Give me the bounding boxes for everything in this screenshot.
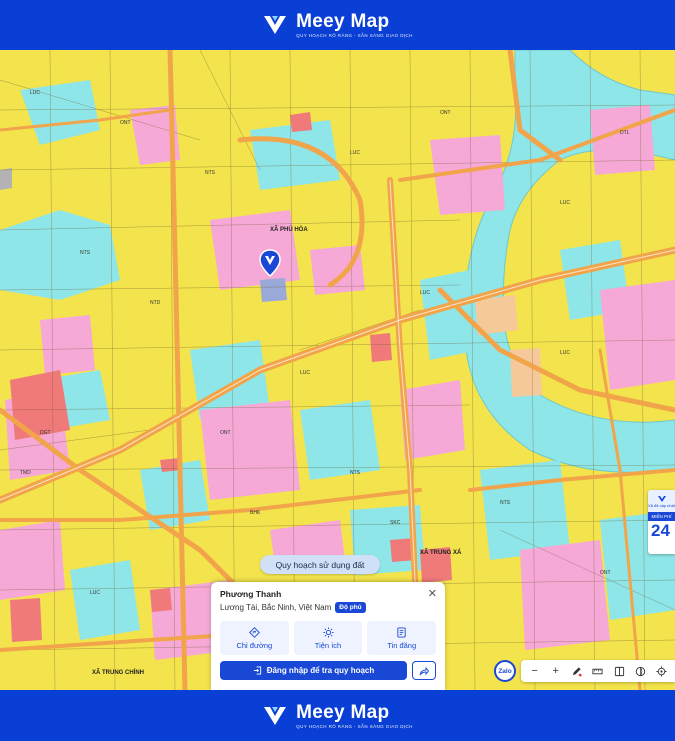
directions-button[interactable]: Chỉ đường (220, 621, 289, 655)
side-panel-label: Xã đã cập nhật (648, 502, 675, 508)
zone-label: BHK (250, 510, 261, 516)
footer-bar: Meey Map QUY HOẠCH RÕ RÀNG - SẴN SÀNG GI… (0, 690, 675, 741)
planning-map[interactable]: LUC ONT NTS LUC ONT LUC NTS LUC LUC LUC … (0, 50, 675, 690)
meey-logo-icon (264, 706, 287, 725)
zalo-label: Zalo (498, 667, 512, 675)
footer-brand-tagline: QUY HOẠCH RÕ RÀNG - SẴN SÀNG GIAO DỊCH (296, 723, 413, 729)
zone-label: LUC (560, 350, 571, 356)
place-label-trung-xa: XÃ TRUNG XÁ (420, 550, 462, 556)
place-location: Lương Tài, Bắc Ninh, Việt Nam (220, 603, 332, 612)
zone-label: SKC (390, 520, 401, 526)
zone-label: NTS (80, 250, 90, 256)
zoom-in-button[interactable]: + (549, 664, 563, 678)
listings-button[interactable]: Tin đăng (367, 621, 437, 655)
listing-icon (397, 626, 406, 638)
amenities-label: Tiện ích (314, 640, 342, 650)
coverage-badge[interactable]: Độ phủ (335, 602, 366, 613)
amenities-icon (322, 626, 334, 638)
zone-label: LUC (350, 150, 361, 156)
zone-label: ONT (220, 430, 231, 436)
zoom-out-button[interactable]: − (528, 664, 542, 678)
pencil-icon (573, 666, 582, 677)
compare-button[interactable] (612, 664, 626, 678)
brand-tagline: QUY HOẠCH RÕ RÀNG - SẴN SÀNG GIAO DỊCH (296, 33, 413, 38)
map-toolbar: − + (521, 660, 675, 682)
zone-label: NTS (500, 500, 510, 506)
zone-label: LUC (30, 90, 41, 96)
chip-label: Quy hoạch sử dụng đất (275, 559, 365, 570)
zone-label: DGT (40, 430, 51, 436)
ruler-icon (592, 668, 604, 674)
place-title: Phương Thanh (220, 589, 282, 599)
close-icon[interactable]: ✕ (428, 587, 437, 600)
meey-logo-icon (264, 16, 287, 34)
zone-label: NTS (350, 470, 360, 476)
share-button[interactable] (412, 661, 436, 680)
zone-label: ONT (600, 570, 611, 576)
brand[interactable]: Meey Map QUY HOẠCH RÕ RÀNG - SẴN SÀNG GI… (262, 12, 413, 38)
place-label-phu-hoa: XÃ PHÚ HÒA (270, 227, 308, 233)
location-pin-icon[interactable] (259, 249, 281, 277)
zone-label: LUC (300, 370, 311, 376)
zone-label: LUC (420, 290, 431, 296)
zone-label: NTS (205, 170, 215, 176)
directions-icon (248, 626, 260, 638)
meey-small-logo-icon (657, 495, 666, 502)
listings-label: Tin đăng (387, 640, 417, 650)
zone-label: ONT (120, 120, 131, 126)
login-to-lookup-button[interactable]: Đăng nhập để tra quy hoạch (220, 661, 407, 680)
zone-label: LUC (90, 590, 101, 596)
login-label: Đăng nhập để tra quy hoạch (266, 666, 375, 675)
brand-name: Meey Map (296, 11, 390, 32)
ruler-button[interactable] (591, 664, 605, 678)
zone-label: DTL (620, 130, 630, 136)
zone-label: LUC (560, 200, 571, 206)
location-info-card: ✕ Phương Thanh Lương Tài, Bắc Ninh, Việt… (211, 582, 445, 690)
login-icon (253, 666, 261, 675)
amenities-button[interactable]: Tiện ích (293, 621, 363, 655)
zone-label: ONT (440, 110, 451, 116)
footer-brand[interactable]: Meey Map QUY HOẠCH RÕ RÀNG - SẴN SÀNG GI… (262, 701, 413, 729)
share-icon (419, 666, 429, 675)
footer-brand-name: Meey Map (296, 701, 390, 723)
header-bar: Meey Map QUY HOẠCH RÕ RÀNG - SẴN SÀNG GI… (0, 0, 675, 50)
crosshair-icon (656, 665, 667, 677)
land-use-layer-chip[interactable]: Quy hoạch sử dụng đất (260, 555, 380, 574)
updated-communes-panel[interactable]: Xã đã cập nhật MIỄN PHÍ 24 (648, 490, 675, 554)
draw-tool-button[interactable] (570, 664, 584, 678)
zalo-chat-button[interactable]: Zalo (494, 660, 516, 682)
side-panel-free: MIỄN PHÍ (648, 512, 675, 521)
zone-label: TMD (20, 470, 31, 476)
layers-button[interactable] (633, 664, 647, 678)
zone-label: NTD (150, 300, 161, 306)
my-location-button[interactable] (654, 664, 668, 678)
side-panel-count: 24 (651, 521, 670, 540)
place-label-trung-chinh: XÃ TRUNG CHÍNH (92, 670, 144, 676)
globe-icon (635, 666, 645, 676)
split-view-icon (614, 666, 624, 676)
directions-label: Chỉ đường (236, 640, 273, 650)
